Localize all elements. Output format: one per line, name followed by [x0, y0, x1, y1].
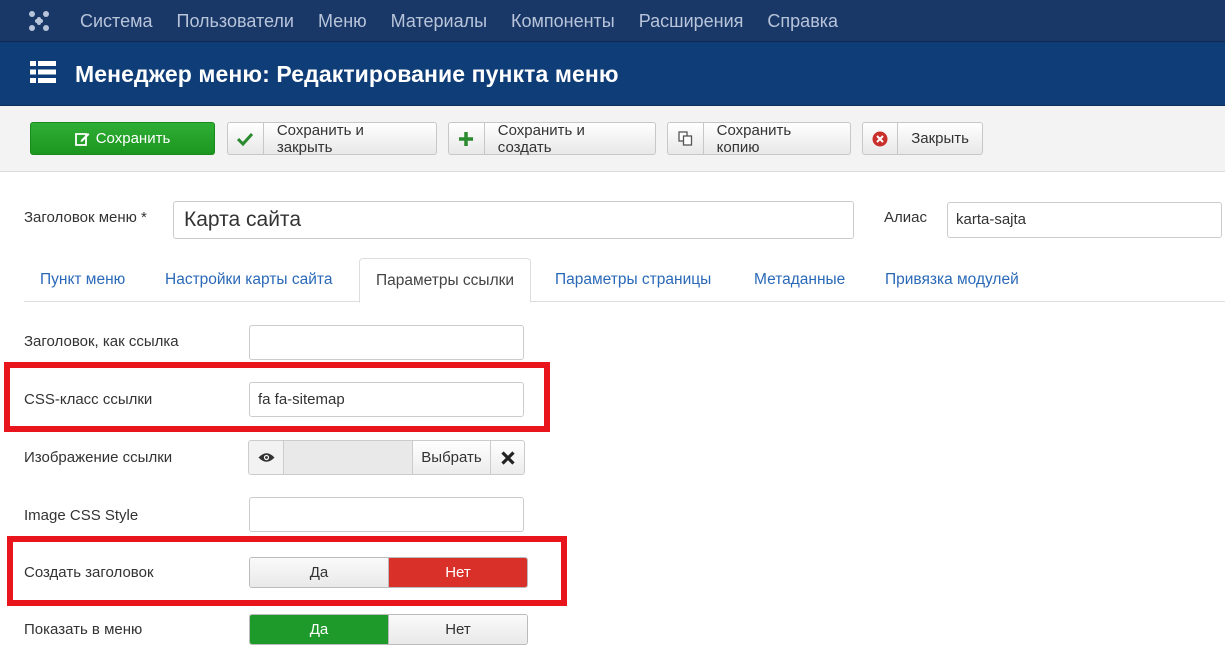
- page-title: Менеджер меню: Редактирование пункта мен…: [75, 61, 619, 87]
- link-image-media-field: Выбрать: [248, 440, 525, 475]
- select-image-button[interactable]: Выбрать: [412, 441, 490, 474]
- save-new-label: Сохранить и создать: [497, 121, 585, 156]
- menu-item-content[interactable]: Материалы: [379, 0, 499, 42]
- add-title-yes-option[interactable]: Да: [250, 558, 388, 587]
- add-title-no-option[interactable]: Нет: [388, 558, 527, 587]
- menu-title-label: Заголовок меню *: [24, 209, 147, 226]
- copy-icon: [668, 123, 704, 154]
- image-css-input[interactable]: [249, 497, 524, 532]
- show-in-menu-yes-option[interactable]: Да: [250, 615, 388, 644]
- page-header: Менеджер меню: Редактирование пункта мен…: [0, 42, 1225, 106]
- save-button-label: Сохранить: [95, 130, 171, 147]
- link-image-label: Изображение ссылки: [24, 449, 173, 466]
- alias-input[interactable]: karta-sajta: [947, 202, 1222, 238]
- css-class-label: CSS-класс ссылки: [24, 391, 153, 408]
- tab-menu-item[interactable]: Пункт меню: [24, 258, 141, 302]
- joomla-logo-icon[interactable]: [28, 10, 50, 32]
- close-circle-icon: [863, 123, 899, 154]
- show-in-menu-toggle: Да Нет: [249, 614, 528, 645]
- add-title-toggle: Да Нет: [249, 557, 528, 588]
- menu-item-help[interactable]: Справка: [755, 0, 850, 42]
- tab-page-display[interactable]: Параметры страницы: [539, 258, 727, 302]
- tab-module-assignment[interactable]: Привязка модулей: [869, 258, 1035, 302]
- save-close-label: Сохранить и закрыть: [276, 121, 364, 156]
- alias-label: Алиас: [884, 209, 927, 226]
- tab-sitemap-settings[interactable]: Настройки карты сайта: [149, 258, 348, 302]
- save-button[interactable]: Сохранить: [30, 122, 215, 155]
- close-label: Закрыть: [911, 130, 969, 147]
- save-copy-button[interactable]: Сохранить копию: [667, 121, 851, 156]
- menu-item-users[interactable]: Пользователи: [165, 0, 306, 42]
- save-new-button[interactable]: Сохранить и создать: [448, 121, 656, 156]
- x-icon[interactable]: [490, 441, 524, 474]
- top-menu: Система Пользователи Меню Материалы Комп…: [68, 0, 850, 42]
- menu-title-input[interactable]: Карта сайта: [173, 201, 854, 239]
- save-close-button[interactable]: Сохранить и закрыть: [227, 121, 437, 156]
- image-css-label: Image CSS Style: [24, 507, 139, 524]
- menu-item-components[interactable]: Компоненты: [499, 0, 627, 42]
- css-class-input[interactable]: fa fa-sitemap: [249, 382, 524, 417]
- add-title-label: Создать заголовок: [24, 564, 154, 581]
- show-in-menu-no-option[interactable]: Нет: [388, 615, 527, 644]
- menu-item-system[interactable]: Система: [68, 0, 165, 42]
- save-copy-label: Сохранить копию: [716, 121, 792, 156]
- menu-item-menus[interactable]: Меню: [306, 0, 379, 42]
- link-title-label: Заголовок, как ссылка: [24, 333, 179, 350]
- menu-item-extensions[interactable]: Расширения: [627, 0, 756, 42]
- tab-bar: Пункт меню Настройки карты сайта Парамет…: [24, 258, 1225, 303]
- close-button[interactable]: Закрыть: [862, 122, 983, 155]
- toolbar: Сохранить Сохранить и закрыть Сохранить …: [0, 106, 1225, 172]
- link-title-input[interactable]: [249, 325, 524, 360]
- check-icon: [228, 123, 264, 154]
- top-navbar: Система Пользователи Меню Материалы Комп…: [0, 0, 1225, 42]
- show-in-menu-label: Показать в меню: [24, 621, 143, 638]
- image-path-field: [284, 441, 412, 474]
- tab-metadata[interactable]: Метаданные: [738, 258, 861, 302]
- list-icon: [30, 61, 56, 83]
- plus-icon: [449, 123, 485, 154]
- tab-link-options[interactable]: Параметры ссылки: [359, 258, 532, 303]
- eye-icon[interactable]: [249, 441, 284, 474]
- edit-icon: [74, 133, 90, 146]
